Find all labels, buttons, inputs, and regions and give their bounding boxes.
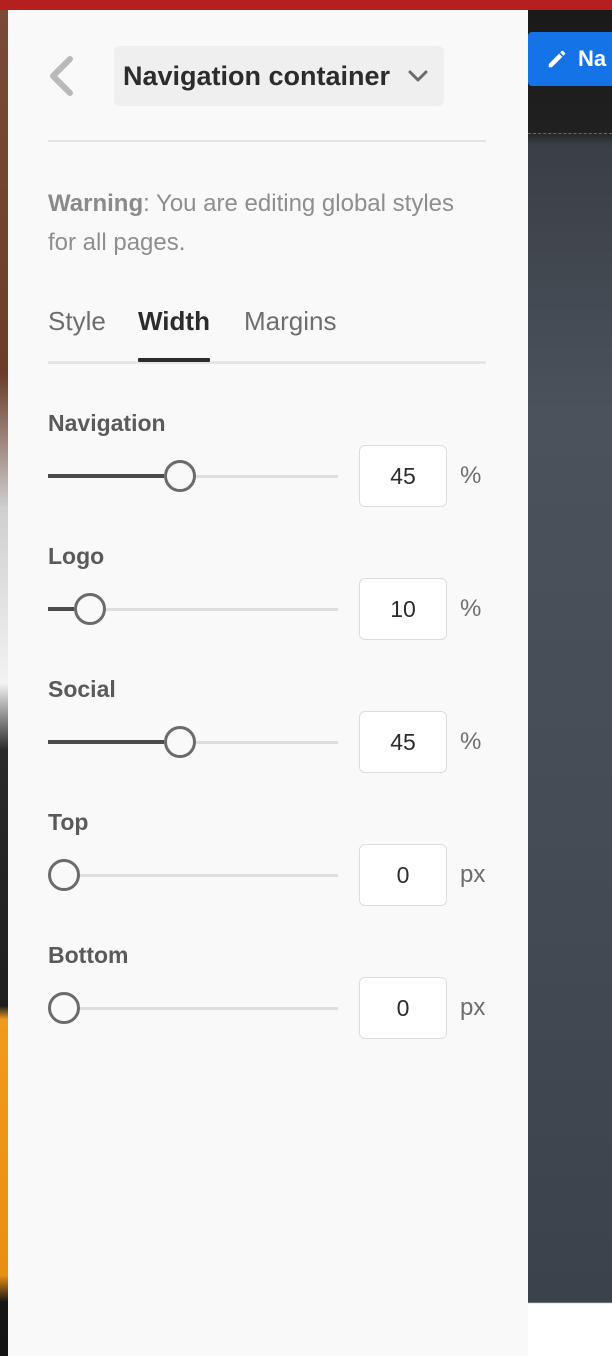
- top-accent-bar: [0, 0, 612, 10]
- slider-thumb[interactable]: [48, 859, 80, 891]
- slider-track: [48, 1007, 338, 1010]
- bottom-padding-slider[interactable]: [48, 991, 338, 1025]
- global-styles-warning: Warning: You are editing global styles f…: [48, 184, 486, 262]
- slider-thumb[interactable]: [48, 992, 80, 1024]
- edit-navigation-button[interactable]: Na: [528, 32, 612, 86]
- slider-thumb[interactable]: [74, 593, 106, 625]
- top-padding-input[interactable]: [359, 844, 447, 906]
- tab-style[interactable]: Style: [48, 306, 106, 337]
- component-picker-label: Navigation container: [123, 60, 391, 91]
- logo-width-input[interactable]: [359, 578, 447, 640]
- tab-bar-baseline: [48, 361, 486, 364]
- pencil-icon: [548, 50, 566, 68]
- logo-width-slider[interactable]: [48, 592, 338, 626]
- navigation-width-input[interactable]: [359, 445, 447, 507]
- tab-width-label: Width: [138, 306, 210, 336]
- tab-margins[interactable]: Margins: [244, 306, 336, 337]
- navigation-width-label: Navigation: [48, 410, 166, 436]
- chevron-left-icon: [50, 56, 73, 96]
- chevron-down-icon: [408, 70, 428, 82]
- navigation-width-slider[interactable]: [48, 459, 338, 493]
- bottom-padding-input[interactable]: [359, 977, 447, 1039]
- navigation-width-unit: %: [460, 462, 482, 489]
- page-preview-left-strip: [0, 10, 8, 1356]
- page-preview: Na: [528, 10, 612, 1356]
- edit-button-label: Na: [578, 46, 607, 71]
- logo-width-label: Logo: [48, 543, 105, 569]
- slider-fill: [48, 740, 164, 744]
- social-width-input[interactable]: [359, 711, 447, 773]
- top-padding-label: Top: [48, 809, 89, 835]
- bottom-padding-label: Bottom: [48, 942, 129, 968]
- logo-width-unit: %: [460, 595, 482, 622]
- slider-thumb[interactable]: [164, 460, 196, 492]
- social-width-slider[interactable]: [48, 725, 338, 759]
- tab-bar: Style Width Margins: [48, 306, 486, 364]
- slider-fill: [48, 474, 164, 478]
- component-picker[interactable]: Navigation container: [114, 46, 445, 106]
- slider-thumb[interactable]: [164, 726, 196, 758]
- header-divider: [48, 140, 486, 142]
- top-padding-slider[interactable]: [48, 858, 338, 892]
- social-width-label: Social: [48, 676, 116, 702]
- tab-width[interactable]: Width: [138, 306, 210, 362]
- warning-label: Warning: [48, 190, 144, 217]
- tab-style-label: Style: [48, 306, 106, 336]
- social-width-unit: %: [460, 728, 482, 755]
- bottom-padding-unit: px: [460, 994, 486, 1021]
- tab-margins-label: Margins: [244, 306, 337, 336]
- top-padding-unit: px: [460, 861, 486, 888]
- active-tab-indicator: [138, 358, 210, 362]
- selection-dashed-line: [528, 133, 612, 134]
- slider-fill: [48, 607, 74, 611]
- back-button[interactable]: [48, 56, 78, 96]
- properties-panel: Navigation container Warning: You are ed…: [8, 10, 528, 1356]
- slider-track: [48, 874, 338, 877]
